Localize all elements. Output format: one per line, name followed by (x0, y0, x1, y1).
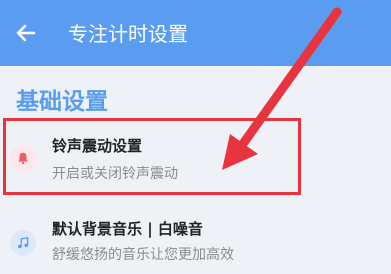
section-title: 基础设置 (16, 89, 108, 115)
music-note-icon (10, 230, 36, 256)
bell-icon (10, 145, 36, 171)
page-title: 专注计时设置 (68, 22, 188, 46)
item-label: 默认背景音乐 | 白噪音 (52, 220, 203, 238)
item-subtitle: 舒缓悠扬的音乐让您更加高效 (52, 247, 234, 263)
back-button[interactable] (6, 13, 46, 53)
background-music-setting-item[interactable]: 默认背景音乐 | 白噪音 舒缓悠扬的音乐让您更加高效 (0, 205, 391, 274)
arrow-left-icon (16, 24, 36, 42)
app-bar: 专注计时设置 (0, 0, 391, 66)
item-subtitle: 开启或关闭铃声震动 (52, 166, 178, 182)
item-label: 铃声震动设置 (52, 137, 143, 155)
ringtone-vibration-setting-item[interactable]: 铃声震动设置 开启或关闭铃声震动 (0, 120, 391, 202)
